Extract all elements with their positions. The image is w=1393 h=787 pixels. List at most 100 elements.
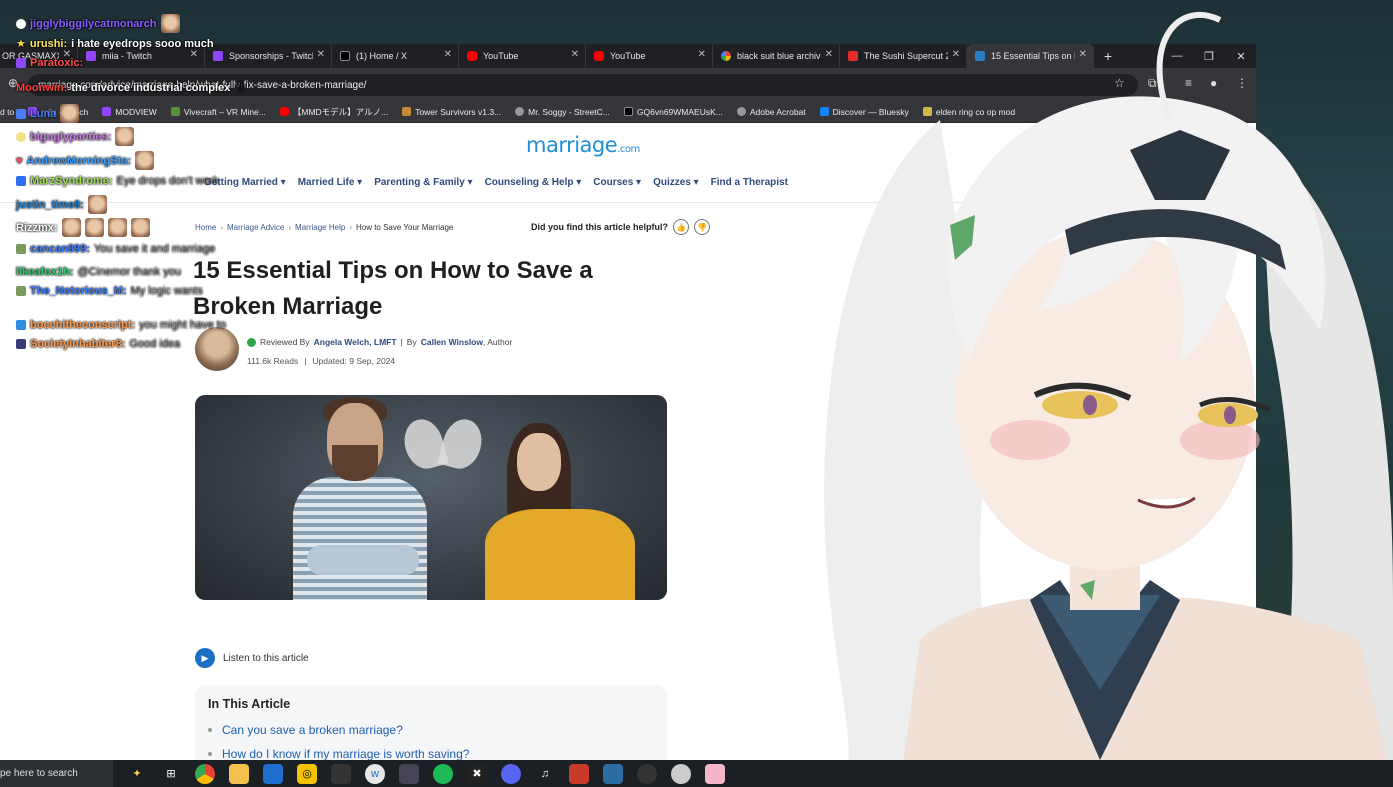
- close-icon[interactable]: ✕: [825, 49, 833, 60]
- breadcrumb-help[interactable]: Marriage Help: [295, 223, 345, 232]
- helpful-text: Did you find this article helpful?: [531, 222, 669, 232]
- task-view-icon[interactable]: ⊞: [161, 764, 181, 784]
- nav-counseling-help[interactable]: Counseling & Help ▾: [485, 177, 582, 188]
- thumbs-down-icon[interactable]: 👎: [694, 219, 711, 235]
- chat-username: Moonwin:: [16, 81, 68, 94]
- extensions-icon[interactable]: ⧉: [1148, 76, 1157, 91]
- tab-title: 15 Essential Tips on H: [991, 51, 1075, 61]
- breadcrumb-home[interactable]: Home: [195, 223, 216, 232]
- close-icon[interactable]: ✕: [190, 49, 198, 60]
- cat-emote-icon: [87, 195, 107, 214]
- menu-icon[interactable]: ⋮: [1236, 76, 1248, 90]
- app-icon[interactable]: ◎: [297, 763, 317, 784]
- bookmark-label: d to: [0, 106, 15, 117]
- breadcrumb-current[interactable]: How to Save Your Marriage: [356, 223, 453, 232]
- bookmark-3[interactable]: Vivecraft – VR Mine...: [170, 107, 266, 117]
- web-page: marriage.com Getting Married ▾ Married L…: [0, 123, 1256, 760]
- badge-icon: [16, 339, 26, 349]
- minimize-icon[interactable]: —: [1162, 44, 1192, 68]
- chrome-icon[interactable]: [195, 763, 215, 784]
- bookmark-label: Adobe Acrobat: [749, 106, 806, 117]
- close-icon[interactable]: ✕: [444, 49, 452, 60]
- close-icon[interactable]: ✕: [952, 49, 960, 60]
- chat-message: ♥ AndrewMorningSta:: [16, 151, 155, 170]
- tab-8-active[interactable]: 15 Essential Tips on H ✕: [967, 44, 1094, 68]
- close-icon[interactable]: ✕: [317, 49, 325, 60]
- tab-5[interactable]: YouTube ✕: [586, 44, 713, 68]
- app-icon[interactable]: [263, 763, 283, 784]
- close-icon[interactable]: ✕: [698, 49, 706, 60]
- tab-4[interactable]: YouTube ✕: [459, 44, 586, 68]
- media-icon[interactable]: ≡: [1185, 76, 1192, 90]
- profile-icon[interactable]: ●: [1210, 76, 1217, 90]
- app-icon[interactable]: [637, 763, 657, 784]
- chat-message: Paratoxic:: [16, 57, 83, 69]
- hero-image: [195, 395, 667, 600]
- chat-text: you might have to: [139, 319, 226, 331]
- nav-find-therapist[interactable]: Find a Therapist: [711, 177, 788, 188]
- toc-item[interactable]: How do I know if my marriage is worth sa…: [208, 747, 654, 760]
- author-avatar[interactable]: [195, 327, 239, 371]
- close-icon[interactable]: ✕: [571, 49, 579, 60]
- marriage-icon: [975, 51, 985, 61]
- tab-6[interactable]: black suit blue archiv ✕: [713, 44, 840, 68]
- bookmark-0[interactable]: d to: [0, 107, 14, 117]
- chat-text: Eye drops don't work: [116, 175, 219, 187]
- close-window-icon[interactable]: ✕: [1226, 44, 1256, 68]
- new-tab-button[interactable]: +: [1094, 44, 1122, 68]
- chat-text: Good idea: [129, 338, 181, 350]
- bookmark-10[interactable]: elden ring co op mod: [922, 107, 1015, 117]
- app-icon[interactable]: [603, 763, 623, 784]
- app-icon[interactable]: ✖: [467, 763, 487, 784]
- site-logo[interactable]: marriage.com: [526, 133, 640, 157]
- tab-title: miia - Twitch: [102, 51, 152, 61]
- play-icon[interactable]: ▶: [195, 648, 215, 668]
- toc-item[interactable]: Can you save a broken marriage?: [208, 723, 654, 737]
- taskbar-search[interactable]: pe here to search: [0, 760, 113, 787]
- badge-icon: [16, 176, 26, 186]
- app-icon[interactable]: [671, 763, 691, 784]
- cat-emote-icon: [135, 151, 155, 170]
- obs-icon[interactable]: [331, 763, 351, 784]
- tab-3[interactable]: (1) Home / X ✕: [332, 44, 459, 68]
- reviewer-link[interactable]: Angela Welch, LMFT: [314, 337, 397, 347]
- app-icon[interactable]: [399, 763, 419, 784]
- by-label: By: [406, 337, 417, 347]
- nav-parenting-family[interactable]: Parenting & Family ▾: [374, 177, 472, 188]
- thumbs-up-icon[interactable]: 👍: [673, 219, 690, 235]
- chat-username: bocchitheconscript:: [30, 319, 136, 331]
- app-icon[interactable]: [569, 763, 589, 784]
- nav-married-life[interactable]: Married Life ▾: [298, 177, 362, 188]
- youtube-icon: [594, 51, 604, 61]
- discord-icon[interactable]: [501, 763, 521, 784]
- sparkle-icon[interactable]: ✦: [127, 764, 147, 784]
- chat-username: Rizzmx:: [16, 221, 58, 234]
- youtube-icon: [848, 51, 858, 61]
- tab-2[interactable]: Sponsorships - Twitch ✕: [205, 44, 332, 68]
- restore-icon[interactable]: ❐: [1194, 44, 1224, 68]
- spotify-icon[interactable]: [433, 763, 453, 784]
- bookmark-star-icon[interactable]: ☆: [1114, 76, 1125, 90]
- tab-7[interactable]: The Sushi Supercut 2 ✕: [840, 44, 967, 68]
- logo-text: marriage: [526, 133, 618, 157]
- bookmark-4[interactable]: 【MMDモデル】アルノ...: [279, 106, 388, 118]
- verified-check-icon: [247, 337, 256, 347]
- author-link[interactable]: Callen Winslow: [421, 337, 483, 347]
- chat-username: justin_time8:: [16, 198, 84, 211]
- bookmark-8[interactable]: Adobe Acrobat: [736, 106, 806, 117]
- listen-to-article[interactable]: ▶ Listen to this article: [195, 648, 309, 668]
- bookmark-6[interactable]: Mr. Soggy - StreetC...: [515, 107, 610, 117]
- bookmark-7[interactable]: GQ6vn69WMAEUsK...: [623, 107, 723, 117]
- bookmark-9[interactable]: Discover — Bluesky: [819, 107, 909, 117]
- badge-icon: [16, 58, 26, 68]
- close-icon[interactable]: ✕: [1079, 49, 1087, 60]
- bookmark-2[interactable]: MODVIEW: [102, 107, 157, 117]
- app-icon[interactable]: w: [365, 763, 385, 784]
- nav-quizzes[interactable]: Quizzes ▾: [653, 177, 699, 188]
- music-icon[interactable]: ♫: [535, 764, 555, 784]
- nav-courses[interactable]: Courses ▾: [593, 177, 641, 188]
- file-explorer-icon[interactable]: [229, 763, 249, 784]
- bookmark-5[interactable]: Tower Survivors v1.3...: [402, 107, 501, 117]
- app-icon[interactable]: [705, 763, 725, 784]
- breadcrumb-advice[interactable]: Marriage Advice: [227, 223, 284, 232]
